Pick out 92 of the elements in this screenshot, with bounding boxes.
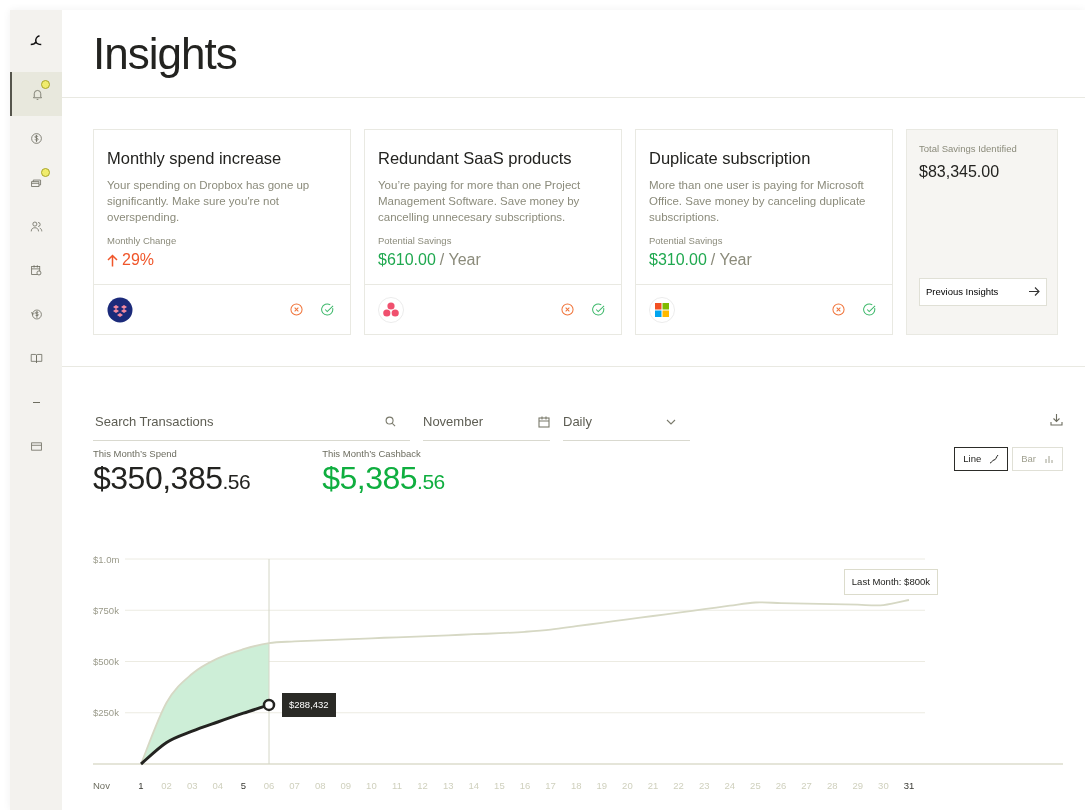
day-label: 15 (494, 780, 505, 791)
card-description: More than one user is paying for Microsoft Office. Save money by canceling duplicate subscriptions. (649, 177, 867, 225)
previous-insights-button[interactable]: Previous Insights (919, 277, 1047, 306)
card-description: You’re paying for more than one Project Management Software. Save money by cancelling unnecesary subscriptions. (378, 177, 582, 225)
chevron-icon (666, 418, 676, 425)
metric-value: $5,385.56 (322, 461, 445, 497)
savings-label: Total Savings Identified (919, 142, 1018, 156)
day-label: 20 (622, 780, 633, 791)
day-label: 04 (212, 780, 224, 791)
day-label: 03 (186, 780, 198, 791)
card-title: Duplicate subscription (649, 148, 812, 169)
period-dropdown[interactable]: Daily (563, 403, 690, 441)
book-icon (29, 351, 43, 365)
check-icon[interactable] (321, 303, 334, 316)
search-field[interactable]: Search Transactions (93, 403, 410, 441)
day-label: 08 (314, 780, 326, 791)
metric-unit: / Year (439, 250, 481, 270)
people-icon (29, 219, 43, 233)
day-label: 28 (826, 780, 838, 791)
chart-type-toggle[interactable]: Line (954, 447, 1009, 471)
download-icon[interactable] (1050, 413, 1063, 427)
day-label: 27 (801, 780, 812, 791)
day-label: 23 (698, 780, 710, 791)
y-axis-label: $750k (93, 604, 119, 616)
dismiss-icon[interactable] (290, 303, 303, 316)
day-label: 06 (263, 780, 275, 791)
day-label: 11 (392, 780, 402, 791)
day-label: 19 (596, 780, 608, 791)
day-label: 02 (161, 780, 172, 791)
arrow-right-icon (1029, 287, 1040, 297)
bell-icon (30, 87, 44, 101)
day-label: 30 (878, 780, 889, 791)
savings-value: $83,345.00 (919, 162, 1001, 183)
calendar-icon (29, 263, 43, 277)
metric-value: $310.00 (649, 250, 707, 270)
day-label: 07 (289, 780, 300, 791)
metric-value: $610.00 (378, 250, 436, 270)
value-tooltip: $288,432 (282, 692, 336, 718)
day-label: 22 (673, 780, 684, 791)
dollar-icon (29, 131, 43, 145)
metric-label: Potential Savings (649, 233, 724, 248)
microsoft-logo (649, 296, 675, 323)
card-title: Redundant SaaS products (378, 148, 573, 169)
day-label: 26 (775, 780, 787, 791)
metric-label: Potential Savings (378, 233, 453, 248)
metric-label: Monthly Change (107, 233, 178, 248)
bar-chart-icon (1044, 454, 1054, 464)
day-label: 1 (138, 780, 144, 791)
day-label: 16 (519, 780, 531, 791)
metric-value: $350,385.56 (93, 461, 251, 497)
dismiss-icon[interactable] (832, 303, 845, 316)
calendar-icon (538, 415, 550, 428)
day-label: 21 (647, 780, 659, 791)
search-icon (385, 416, 396, 427)
comparison-tooltip: Last Month: $800k (843, 569, 938, 596)
day-label: 09 (340, 780, 352, 791)
day-label: 14 (468, 780, 480, 791)
day-label: 17 (545, 780, 556, 791)
refund-icon (29, 307, 43, 321)
card-title: Monthly spend increase (107, 148, 283, 169)
day-label: 12 (417, 780, 428, 791)
month-picker[interactable]: November (423, 403, 550, 441)
day-label: 18 (570, 780, 582, 791)
day-label: 31 (903, 780, 915, 791)
minus-icon (32, 401, 40, 403)
day-label: 10 (366, 780, 377, 791)
y-axis-label: $500k (93, 656, 119, 667)
check-icon[interactable] (863, 303, 876, 316)
day-label: 5 (240, 780, 247, 791)
metric-value: 29% (122, 250, 155, 270)
day-label: 25 (750, 780, 761, 791)
metric-label: This Month’s Spend (93, 447, 178, 461)
day-label: 29 (852, 780, 864, 791)
day-label: 13 (442, 780, 454, 791)
day-label: 24 (724, 780, 736, 791)
arrow-up-icon (107, 253, 118, 267)
metric-label: This Month’s Cashback (322, 447, 422, 461)
asana-logo (378, 296, 404, 323)
data-point (262, 698, 276, 712)
page-title: Insights (93, 31, 237, 76)
line-chart-icon (989, 454, 1000, 464)
dropbox-logo (107, 296, 133, 323)
metric-unit: / Year (710, 250, 752, 270)
y-axis-label: $250k (93, 707, 119, 719)
sidebar-item[interactable] (10, 72, 62, 116)
logo-icon (29, 34, 43, 48)
card-icon (29, 439, 43, 453)
card-description: Your spending on Dropbox has gone up significantly. Make sure you're not overspending. (107, 177, 311, 225)
y-axis-label: $1.0m (93, 553, 120, 565)
dismiss-icon[interactable] (561, 303, 574, 316)
check-icon[interactable] (592, 303, 605, 316)
month-label: Nov (93, 780, 110, 791)
